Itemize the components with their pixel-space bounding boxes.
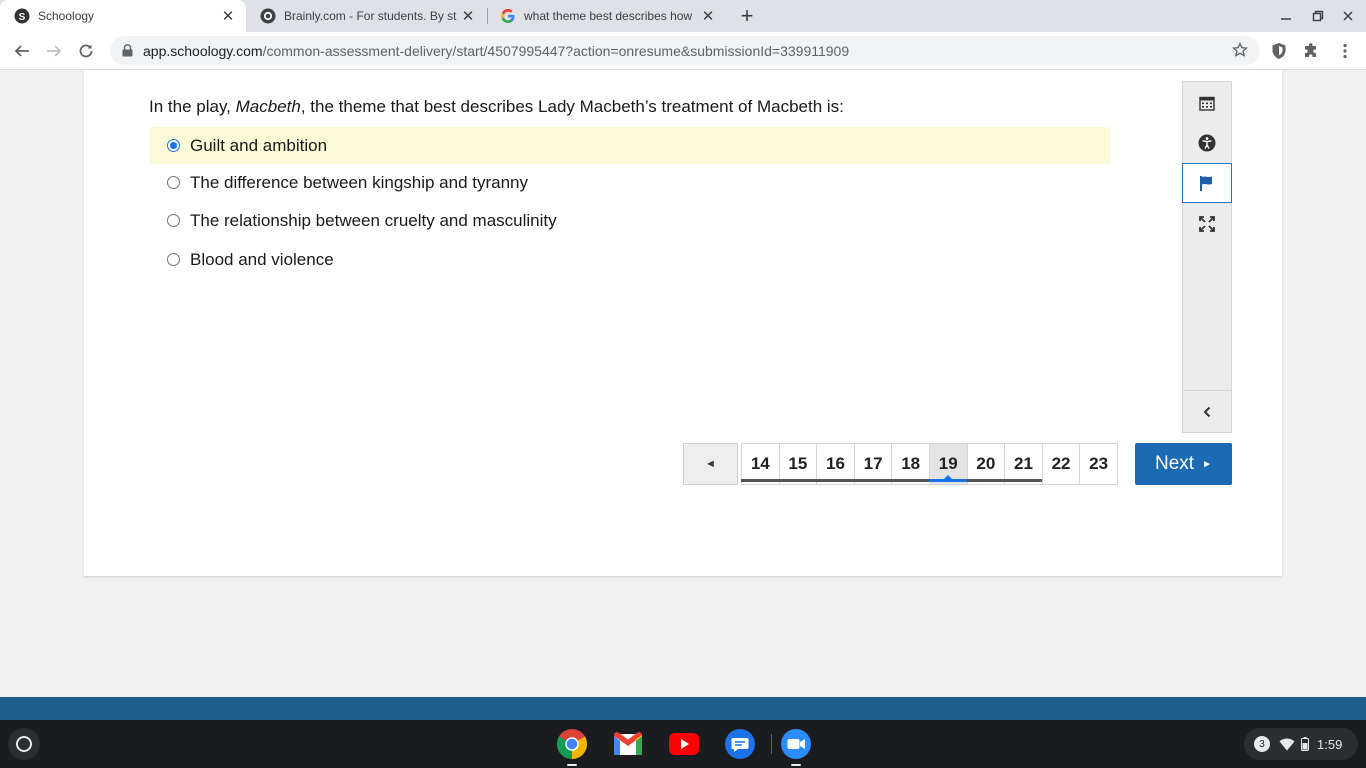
os-shelf: 3 1:59 [0, 720, 1366, 768]
answer-choice[interactable]: The difference between kingship and tyra… [150, 164, 1110, 201]
google-icon [500, 8, 516, 24]
answer-choice[interactable]: Guilt and ambition [150, 127, 1110, 164]
assessment-card: In the play, Macbeth, the theme that bes… [84, 70, 1282, 576]
tab-title: what theme best describes how [524, 9, 693, 23]
shelf-divider [771, 734, 772, 754]
question-text: In the play, Macbeth, the theme that bes… [149, 97, 844, 117]
flag-icon[interactable] [1182, 163, 1232, 203]
puzzle-extensions-icon[interactable] [1300, 40, 1322, 62]
tools-panel [1182, 81, 1232, 433]
running-indicator [567, 764, 577, 766]
next-arrow-icon: ► [1202, 458, 1212, 470]
menu-dots-icon[interactable] [1334, 40, 1356, 62]
running-indicator [791, 764, 801, 766]
wifi-icon [1279, 738, 1295, 751]
page-number[interactable]: 14 [741, 443, 780, 485]
shield-extension-icon[interactable] [1268, 40, 1290, 62]
tab-google-search[interactable]: what theme best describes how ✕ [486, 0, 726, 32]
page-number[interactable]: 17 [853, 443, 893, 485]
minimize-icon[interactable] [1275, 6, 1297, 26]
page-number-list: 14 15 16 17 18 19 20 21 22 23 [741, 443, 1118, 485]
radio-button[interactable] [167, 176, 180, 189]
choice-label: The difference between kingship and tyra… [190, 172, 529, 192]
question-prefix: In the play, [149, 97, 236, 116]
system-tray[interactable]: 3 1:59 [1244, 728, 1358, 760]
page-number[interactable]: 15 [778, 443, 818, 485]
launcher-icon[interactable] [8, 728, 40, 760]
next-label: Next [1155, 453, 1195, 474]
page-number[interactable]: 22 [1041, 443, 1081, 485]
previous-button[interactable]: ◄ [683, 443, 738, 485]
bookmark-star-icon[interactable] [1231, 41, 1249, 63]
back-icon[interactable] [10, 39, 34, 63]
next-button[interactable]: Next ► [1135, 443, 1232, 485]
tab-title: Brainly.com - For students. By st [284, 9, 457, 23]
page-number-current[interactable]: 19 [928, 443, 968, 485]
radio-button-checked[interactable] [167, 139, 180, 152]
close-tab-icon[interactable]: ✕ [458, 6, 478, 26]
close-tab-icon[interactable]: ✕ [218, 6, 238, 26]
page-content: In the play, Macbeth, the theme that bes… [0, 70, 1366, 721]
choice-label: Blood and violence [190, 249, 334, 269]
restore-icon[interactable] [1307, 6, 1329, 26]
reload-icon[interactable] [74, 39, 98, 63]
brainly-icon [260, 8, 276, 24]
close-window-icon[interactable] [1337, 6, 1359, 26]
choice-label: Guilt and ambition [190, 135, 328, 155]
choice-label: The relationship between cruelty and mas… [190, 210, 557, 230]
page-number[interactable]: 18 [891, 443, 930, 485]
answer-choice[interactable]: The relationship between cruelty and mas… [150, 202, 1110, 239]
page-number[interactable]: 20 [966, 443, 1006, 485]
page-number[interactable]: 16 [816, 443, 855, 485]
schoology-icon: S [14, 8, 30, 24]
radio-button[interactable] [167, 253, 180, 266]
chrome-icon[interactable] [555, 727, 589, 766]
url-path: /common-assessment-delivery/start/450799… [262, 42, 850, 59]
collapse-panel-icon[interactable] [1183, 390, 1231, 432]
new-tab-button[interactable]: + [736, 5, 758, 28]
question-suffix: , the theme that best describes Lady Mac… [300, 97, 844, 116]
close-tab-icon[interactable]: ✕ [698, 6, 718, 26]
browser-toolbar: app.schoology.com/common-assessment-deli… [0, 32, 1366, 70]
lock-icon [122, 44, 134, 57]
url-host: app.schoology.com [143, 42, 263, 59]
address-bar[interactable]: app.schoology.com/common-assessment-deli… [110, 36, 1260, 65]
calendar-icon[interactable] [1183, 83, 1231, 123]
page-number[interactable]: 21 [1004, 443, 1043, 485]
tab-strip: S Schoology ✕ Brainly.com - For students… [0, 0, 1366, 32]
gmail-icon[interactable] [611, 727, 645, 761]
forward-icon[interactable] [42, 39, 66, 63]
tab-title: Schoology [38, 9, 95, 23]
tab-brainly[interactable]: Brainly.com - For students. By st ✕ [246, 0, 486, 32]
youtube-icon[interactable] [667, 727, 701, 761]
svg-text:S: S [19, 12, 26, 23]
answer-choice[interactable]: Blood and violence [150, 241, 1110, 278]
accessibility-icon[interactable] [1183, 123, 1231, 163]
clock: 1:59 [1317, 736, 1343, 752]
url-text: app.schoology.com/common-assessment-deli… [143, 43, 849, 59]
zoom-icon[interactable] [779, 727, 813, 766]
battery-icon [1301, 737, 1309, 751]
page-number[interactable]: 23 [1079, 443, 1118, 485]
tab-schoology[interactable]: S Schoology ✕ [0, 0, 246, 32]
messages-icon[interactable] [723, 727, 757, 761]
radio-button[interactable] [167, 214, 180, 227]
page-footer-bar [0, 697, 1366, 721]
notification-count: 3 [1254, 736, 1270, 752]
question-work-title: Macbeth [235, 97, 301, 116]
fullscreen-icon[interactable] [1183, 204, 1231, 244]
